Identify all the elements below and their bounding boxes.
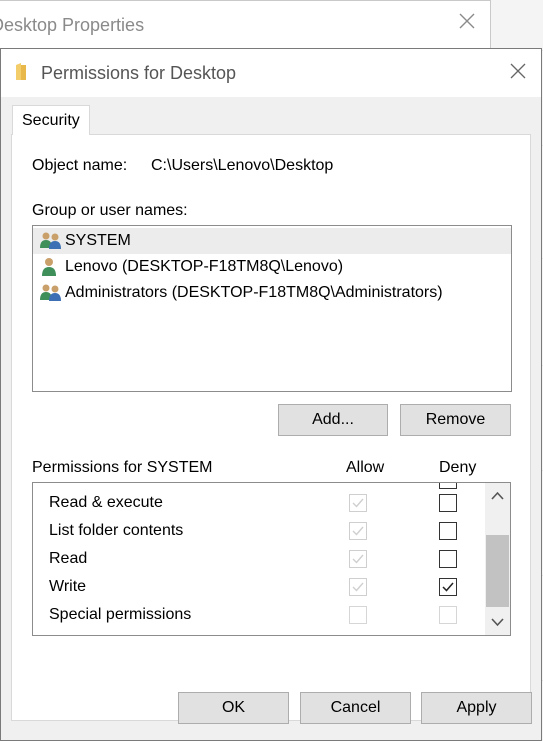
cancel-button[interactable]: Cancel: [300, 692, 411, 724]
folder-icon: [15, 62, 31, 82]
chevron-up-icon[interactable]: [485, 483, 510, 509]
security-panel: Object name: C:\Users\Lenovo\Desktop Gro…: [11, 134, 531, 721]
close-icon[interactable]: [457, 11, 477, 35]
permission-name: Special permissions: [49, 606, 192, 623]
group-users-icon: [40, 232, 61, 249]
user-list-item[interactable]: Lenovo (DESKTOP-F18TM8Q\Lenovo): [33, 254, 511, 280]
apply-button[interactable]: Apply: [421, 692, 532, 724]
permission-name: Write: [49, 578, 87, 595]
object-name-label: Object name:: [32, 157, 128, 174]
deny-checkbox[interactable]: [439, 522, 457, 540]
permission-name: Read: [49, 550, 88, 567]
permissions-label: Permissions for SYSTEM: [32, 459, 213, 476]
permissions-dialog: Permissions for Desktop Security Object …: [0, 48, 542, 741]
deny-checkbox[interactable]: [439, 494, 457, 512]
user-name: Administrators (DESKTOP-F18TM8Q\Administ…: [65, 284, 443, 301]
deny-checkbox: [439, 606, 457, 624]
allow-column-header: Allow: [346, 459, 385, 476]
dialog-title: Permissions for Desktop: [41, 63, 237, 83]
permissions-list[interactable]: Read & execute List folder contents Read: [32, 482, 511, 636]
ok-button[interactable]: OK: [178, 692, 289, 724]
user-list-item[interactable]: SYSTEM: [33, 228, 511, 254]
deny-checkbox: [439, 483, 457, 489]
deny-column-header: Deny: [439, 459, 477, 476]
add-button[interactable]: Add...: [278, 404, 388, 436]
permissions-scrollbar[interactable]: [485, 483, 510, 635]
user-name: Lenovo (DESKTOP-F18TM8Q\Lenovo): [65, 258, 344, 275]
deny-checkbox[interactable]: [439, 550, 457, 568]
allow-checkbox: [349, 550, 367, 568]
user-list[interactable]: SYSTEM Lenovo (DESKTOP-F18TM8Q\Lenovo) A…: [32, 225, 512, 392]
scroll-thumb[interactable]: [486, 535, 509, 607]
allow-checkbox: [349, 494, 367, 512]
dialog-titlebar: Permissions for Desktop: [1, 49, 541, 97]
close-icon[interactable]: [507, 60, 529, 82]
background-window-title: Desktop Properties: [0, 15, 145, 35]
remove-button[interactable]: Remove: [400, 404, 511, 436]
tab-label: Security: [22, 112, 80, 129]
allow-checkbox: [349, 606, 367, 624]
allow-checkbox: [349, 578, 367, 596]
permission-name: List folder contents: [49, 522, 184, 539]
user-icon: [42, 258, 56, 276]
user-list-item[interactable]: Administrators (DESKTOP-F18TM8Q\Administ…: [33, 280, 511, 306]
group-users-icon: [40, 284, 61, 301]
user-name: SYSTEM: [65, 232, 131, 249]
object-name-value: C:\Users\Lenovo\Desktop: [151, 157, 334, 174]
permission-row: Read: [33, 546, 483, 574]
group-names-label: Group or user names:: [32, 202, 188, 219]
permission-name: Read & execute: [49, 494, 163, 511]
desktop-properties-window: Desktop Properties: [0, 0, 491, 52]
permission-row: Write: [33, 574, 483, 602]
permission-row: Read & execute: [33, 490, 483, 518]
deny-checkbox[interactable]: [439, 578, 457, 596]
permission-row: List folder contents: [33, 518, 483, 546]
chevron-down-icon[interactable]: [485, 609, 510, 635]
allow-checkbox: [349, 522, 367, 540]
tab-security[interactable]: Security: [12, 105, 90, 135]
permission-row: Special permissions: [33, 602, 483, 630]
